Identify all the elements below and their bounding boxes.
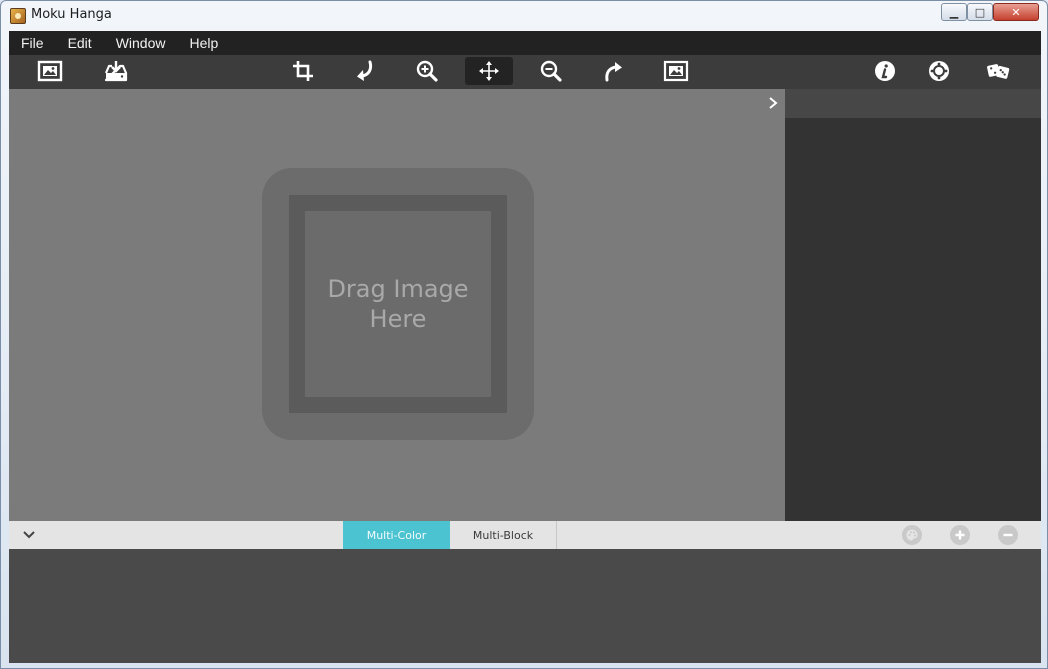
- menu-bar: File Edit Window Help: [9, 31, 1041, 55]
- window-title: Moku Hanga: [31, 7, 112, 22]
- image-canvas[interactable]: Drag Image Here: [9, 89, 785, 521]
- image-drop-zone[interactable]: Drag Image Here: [262, 168, 534, 440]
- save-download-icon: [104, 61, 128, 82]
- side-panel: [785, 89, 1041, 521]
- chevron-down-icon: [23, 531, 35, 539]
- menu-file[interactable]: File: [9, 31, 56, 55]
- add-icon: [955, 530, 965, 540]
- close-button[interactable]: ✕: [993, 3, 1039, 21]
- fit-image-button[interactable]: [652, 57, 700, 85]
- menu-edit[interactable]: Edit: [56, 31, 104, 55]
- tab-multi-block[interactable]: Multi-Block: [450, 521, 557, 549]
- fit-image-icon: [663, 60, 689, 82]
- client-area: File Edit Window Help Drag Image Here Mu…: [9, 31, 1041, 663]
- app-window: Moku Hanga ▁ □ ✕ File Edit Window Help D…: [0, 0, 1048, 669]
- rotate-left-button[interactable]: [341, 57, 389, 85]
- zoom-in-icon: [416, 60, 438, 82]
- info-icon: [875, 61, 895, 81]
- bottom-tab-bar: Multi-Color Multi-Block: [9, 521, 1041, 549]
- zoom-out-icon: [540, 60, 562, 82]
- add-button[interactable]: [950, 525, 970, 545]
- remove-icon: [1003, 533, 1013, 537]
- open-image-button[interactable]: [26, 57, 74, 85]
- save-button[interactable]: [92, 57, 140, 85]
- drop-frame: Drag Image Here: [289, 195, 507, 413]
- info-button[interactable]: [861, 57, 909, 85]
- tab-multi-color[interactable]: Multi-Color: [343, 521, 450, 549]
- palette-icon: [906, 529, 918, 541]
- bottom-panel: [9, 549, 1041, 663]
- maximize-button[interactable]: □: [967, 3, 993, 21]
- crop-button[interactable]: [279, 57, 327, 85]
- app-icon: [10, 8, 26, 24]
- move-button[interactable]: [465, 57, 513, 85]
- collapse-bottom-button[interactable]: [21, 527, 37, 543]
- dice-icon: [987, 64, 1010, 79]
- crop-icon: [293, 61, 313, 81]
- menu-window[interactable]: Window: [104, 31, 178, 55]
- drop-hint: Drag Image Here: [318, 274, 478, 334]
- settings-button[interactable]: [915, 57, 963, 85]
- open-image-icon: [37, 60, 63, 82]
- random-button[interactable]: [975, 57, 1023, 85]
- collapse-panel-button[interactable]: [763, 93, 783, 113]
- zoom-out-button[interactable]: [527, 57, 575, 85]
- rotate-right-button[interactable]: [589, 57, 637, 85]
- toolbar: [9, 55, 1041, 89]
- drop-hint-line1: Drag Image: [327, 275, 469, 303]
- rotate-left-icon: [357, 60, 373, 81]
- move-icon: [479, 61, 499, 81]
- palette-button[interactable]: [902, 525, 922, 545]
- drop-hint-line2: Here: [369, 305, 427, 333]
- menu-help[interactable]: Help: [177, 31, 230, 55]
- rotate-right-icon: [605, 62, 622, 82]
- chevron-right-icon: [769, 97, 778, 109]
- minimize-button[interactable]: ▁: [941, 3, 967, 21]
- title-bar[interactable]: Moku Hanga ▁ □ ✕: [1, 1, 1047, 31]
- side-panel-header: [785, 89, 1041, 118]
- zoom-in-button[interactable]: [403, 57, 451, 85]
- remove-button[interactable]: [998, 525, 1018, 545]
- settings-icon: [929, 61, 949, 81]
